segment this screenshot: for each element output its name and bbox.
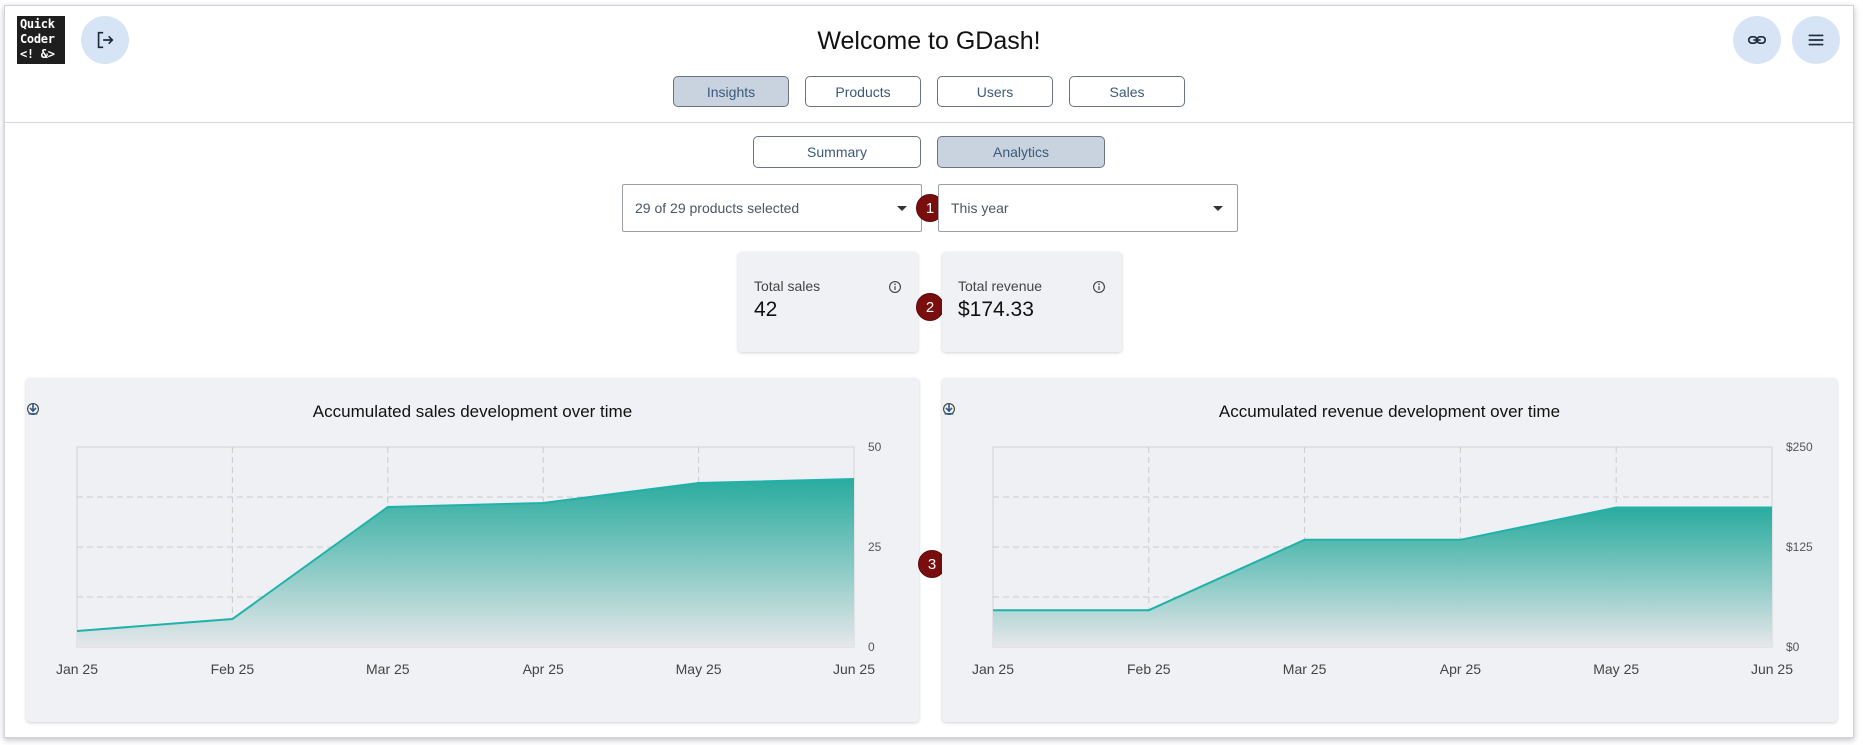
chart-title: Accumulated sales development over time xyxy=(312,402,633,421)
kpi-label: Total sales xyxy=(754,278,821,294)
chart-svg: Jan 25 Feb 25 Mar 25 Apr 25 May 25 Jun 25 $0 $1… xyxy=(972,440,1813,677)
x-tick-label: Mar 25 xyxy=(1283,661,1327,677)
y-tick-label: 25 xyxy=(868,540,882,554)
sales-chart-card: Jan 25 Feb 25 Mar 25 Apr 25 May 25 Jun 25 0 25 5… xyxy=(26,378,919,722)
link-button[interactable] xyxy=(1733,16,1781,64)
product-select-value: 29 of 29 products selected xyxy=(635,200,800,216)
x-tick-label: Feb 25 xyxy=(211,661,255,677)
y-tick-label: 0 xyxy=(868,640,875,654)
annotation-marker-2: 2 xyxy=(916,293,944,321)
y-tick-label: $125 xyxy=(1786,540,1813,554)
menu-button[interactable] xyxy=(1792,16,1840,64)
chart-svg: Jan 25 Feb 25 Mar 25 Apr 25 May 25 Jun 25 0 25 5… xyxy=(56,440,882,677)
sub-tabs: Summary Analytics xyxy=(5,136,1853,168)
menu-icon xyxy=(1808,34,1824,46)
info-icon[interactable] xyxy=(888,280,902,294)
link-icon xyxy=(1747,35,1767,45)
x-tick-label: Mar 25 xyxy=(366,661,410,677)
x-tick-label: Jun 25 xyxy=(833,661,875,677)
chart-title: Accumulated revenue development over tim… xyxy=(1218,402,1561,421)
tab-sales[interactable]: Sales xyxy=(1069,76,1185,107)
period-select[interactable]: This year xyxy=(938,184,1238,232)
info-icon[interactable] xyxy=(1092,280,1106,294)
x-tick-label: Apr 25 xyxy=(1440,661,1481,677)
x-tick-label: Jan 25 xyxy=(972,661,1014,677)
tab-products[interactable]: Products xyxy=(805,76,921,107)
chart-header: Accumulated revenue development over tim… xyxy=(942,402,1837,422)
chevron-down-icon xyxy=(1213,206,1223,211)
download-icon[interactable] xyxy=(942,402,956,416)
product-select[interactable]: 29 of 29 products selected xyxy=(622,184,922,232)
y-tick-label: $250 xyxy=(1786,440,1813,454)
x-tick-label: May 25 xyxy=(1593,661,1639,677)
tab-users[interactable]: Users xyxy=(937,76,1053,107)
revenue-chart-card: Jan 25 Feb 25 Mar 25 Apr 25 May 25 Jun 25 $0 $1… xyxy=(942,378,1837,722)
main-tabs: Insights Products Users Sales xyxy=(5,76,1853,107)
header: Quick Coder <! &> Welcome to GDash! Insi… xyxy=(5,6,1853,123)
subtab-analytics[interactable]: Analytics xyxy=(937,136,1105,168)
tab-insights[interactable]: Insights xyxy=(673,76,789,107)
kpi-total-revenue: Total revenue $174.33 xyxy=(942,252,1122,352)
period-select-value: This year xyxy=(951,200,1009,216)
chart-header: Accumulated sales development over time xyxy=(26,402,919,422)
kpi-total-sales: Total sales 42 xyxy=(738,252,918,352)
x-tick-label: Feb 25 xyxy=(1127,661,1171,677)
page-title: Welcome to GDash! xyxy=(817,27,1041,55)
y-tick-label: $0 xyxy=(1786,640,1800,654)
x-tick-label: May 25 xyxy=(676,661,722,677)
kpi-value: 42 xyxy=(754,298,778,321)
app-window: Quick Coder <! &> Welcome to GDash! Insi… xyxy=(4,5,1854,738)
kpi-value: $174.33 xyxy=(958,298,1034,321)
subtab-summary[interactable]: Summary xyxy=(753,136,921,168)
download-icon[interactable] xyxy=(26,402,40,416)
y-tick-label: 50 xyxy=(868,440,882,454)
x-tick-label: Apr 25 xyxy=(523,661,564,677)
x-tick-label: Jan 25 xyxy=(56,661,98,677)
x-tick-label: Jun 25 xyxy=(1751,661,1793,677)
chevron-down-icon xyxy=(897,206,907,211)
kpi-label: Total revenue xyxy=(958,278,1043,294)
